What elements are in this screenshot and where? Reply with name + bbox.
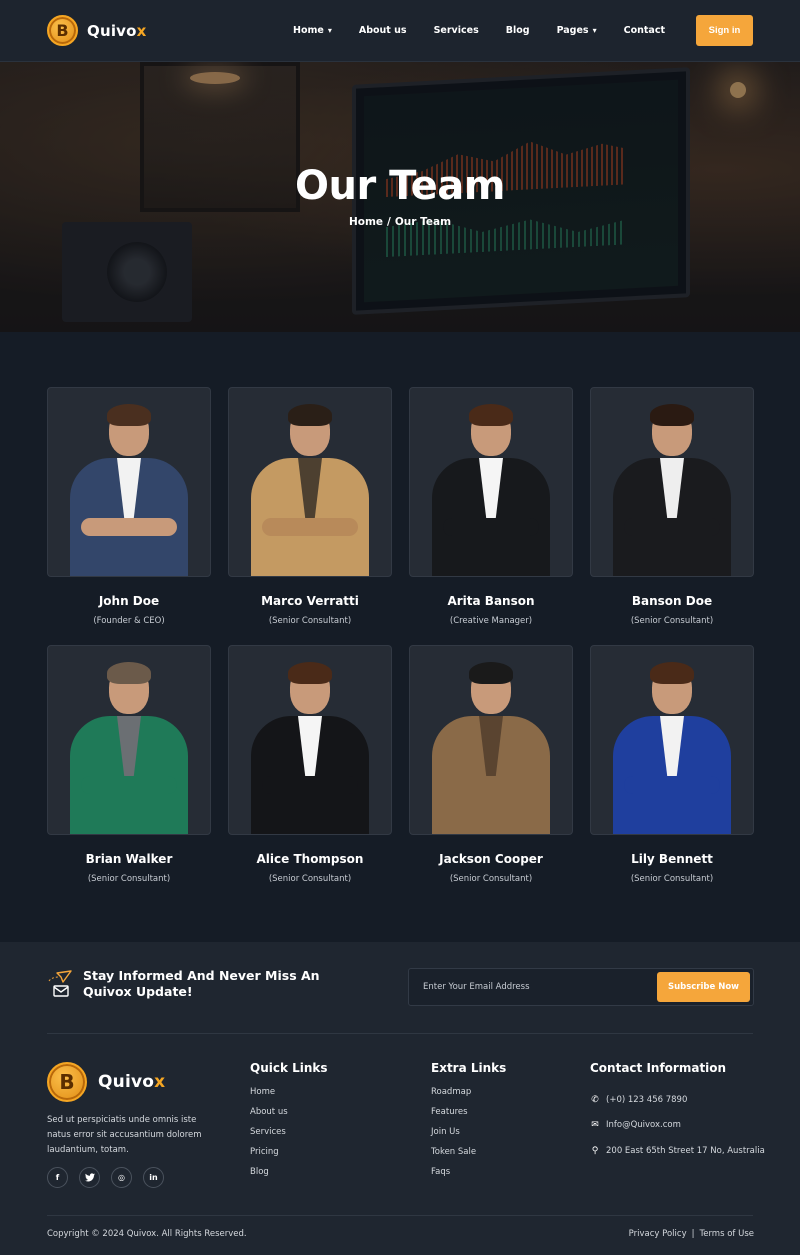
footer-divider-bottom — [47, 1215, 753, 1216]
team-card[interactable]: Arita Banson (Creative Manager) — [409, 387, 573, 626]
team-member-name: Jackson Cooper — [439, 852, 543, 866]
team-member-name: Brian Walker — [85, 852, 173, 866]
privacy-policy-link[interactable]: Privacy Policy — [629, 1229, 687, 1239]
team-member-photo — [228, 645, 392, 835]
bitcoin-coin-icon: B — [47, 1062, 87, 1102]
team-card[interactable]: John Doe (Founder & CEO) — [47, 387, 211, 626]
breadcrumb-home[interactable]: Home — [349, 216, 383, 228]
team-member-photo — [409, 645, 573, 835]
footer-link-join-us[interactable]: Join Us — [431, 1127, 506, 1147]
team-member-role: (Founder & CEO) — [93, 616, 165, 626]
breadcrumb: Home / Our Team — [348, 216, 452, 228]
twitter-icon[interactable] — [79, 1167, 100, 1188]
team-member-role: (Senior Consultant) — [268, 616, 352, 626]
team-card[interactable]: Marco Verratti (Senior Consultant) — [228, 387, 392, 626]
extra-links-title: Extra Links — [431, 1061, 507, 1075]
team-member-photo — [590, 387, 754, 577]
team-member-role: (Senior Consultant) — [630, 616, 714, 626]
footer-link-home[interactable]: Home — [250, 1087, 328, 1107]
team-member-photo — [47, 645, 211, 835]
team-member-role: (Senior Consultant) — [268, 874, 352, 884]
copyright-text: Copyright © 2024 Quivox. All Rights Rese… — [47, 1229, 247, 1239]
breadcrumb-current: Our Team — [394, 216, 452, 228]
legal-links: Privacy Policy | Terms of Use — [629, 1229, 754, 1239]
contact-information: Contact Information ✆ (+0) 123 456 7890 ✉… — [590, 1061, 765, 1164]
site-header: B Quivox Home ▾ About us Services Blog Pa… — [0, 0, 800, 62]
team-member-role: (Creative Manager) — [449, 616, 533, 626]
footer-about-text: Sed ut perspiciatis unde omnis iste natu… — [47, 1115, 202, 1155]
nav-home[interactable]: Home ▾ — [293, 25, 332, 36]
envelope-icon: ✉ — [591, 1120, 599, 1131]
footer-link-pricing[interactable]: Pricing — [250, 1147, 328, 1167]
chevron-down-icon: ▾ — [592, 26, 597, 35]
contact-phone[interactable]: ✆ (+0) 123 456 7890 — [590, 1087, 765, 1113]
team-member-photo — [228, 387, 392, 577]
legal-separator: | — [691, 1229, 695, 1239]
paper-plane-envelope-icon — [48, 970, 72, 997]
sign-in-button[interactable]: Sign in — [696, 15, 753, 46]
footer-link-features[interactable]: Features — [431, 1107, 506, 1127]
main-nav: Home ▾ About us Services Blog Pages ▾ Cont… — [266, 15, 753, 46]
email-input[interactable] — [423, 969, 643, 1005]
nav-pages[interactable]: Pages ▾ — [557, 25, 597, 36]
team-member-name: Lily Bennett — [631, 852, 713, 866]
team-member-photo — [409, 387, 573, 577]
team-card[interactable]: Jackson Cooper (Senior Consultant) — [409, 645, 573, 884]
footer-link-about[interactable]: About us — [250, 1107, 328, 1127]
quick-links-title: Quick Links — [250, 1061, 328, 1075]
brand-name: Quivox — [87, 21, 147, 40]
hero-banner: Our Team Home / Our Team — [0, 62, 800, 332]
team-member-role: (Senior Consultant) — [630, 874, 714, 884]
team-member-role: (Senior Consultant) — [449, 874, 533, 884]
footer-link-services[interactable]: Services — [250, 1127, 328, 1147]
terms-of-use-link[interactable]: Terms of Use — [699, 1229, 754, 1239]
footer-brand-name: Quivox — [98, 1072, 166, 1092]
newsletter-heading: Stay Informed And Never Miss An Quivox U… — [83, 968, 320, 999]
logo[interactable]: B Quivox — [47, 15, 147, 46]
extra-links: Extra Links Roadmap Features Join Us Tok… — [431, 1061, 506, 1187]
team-member-name: Banson Doe — [631, 594, 713, 608]
contact-title: Contact Information — [590, 1061, 727, 1075]
footer-link-faqs[interactable]: Faqs — [431, 1167, 506, 1187]
social-links: f ◎ in — [47, 1167, 164, 1188]
team-member-name: Marco Verratti — [261, 594, 359, 608]
instagram-icon[interactable]: ◎ — [111, 1167, 132, 1188]
team-member-role: (Senior Consultant) — [87, 874, 171, 884]
team-member-name: Arita Banson — [447, 594, 535, 608]
nav-services[interactable]: Services — [434, 25, 479, 36]
contact-email[interactable]: ✉ Info@Quivox.com — [590, 1113, 765, 1139]
map-pin-icon: ⚲ — [591, 1145, 599, 1156]
subscribe-button[interactable]: Subscribe Now — [657, 972, 750, 1002]
phone-icon: ✆ — [591, 1094, 599, 1105]
footer-divider-top — [47, 1033, 753, 1034]
team-card[interactable]: Brian Walker (Senior Consultant) — [47, 645, 211, 884]
team-member-photo — [47, 387, 211, 577]
nav-blog[interactable]: Blog — [506, 25, 530, 36]
team-card[interactable]: Banson Doe (Senior Consultant) — [590, 387, 754, 626]
page-title: Our Team — [295, 163, 505, 209]
footer-link-token-sale[interactable]: Token Sale — [431, 1147, 506, 1167]
bitcoin-coin-icon: B — [47, 15, 78, 46]
contact-address: ⚲ 200 East 65th Street 17 No, Australia — [591, 1145, 765, 1156]
nav-contact[interactable]: Contact — [624, 25, 665, 36]
facebook-icon[interactable]: f — [47, 1167, 68, 1188]
chevron-down-icon: ▾ — [327, 26, 332, 35]
nav-about[interactable]: About us — [359, 25, 407, 36]
newsletter-form: Subscribe Now — [408, 968, 754, 1006]
team-member-name: John Doe — [98, 594, 160, 608]
linkedin-icon[interactable]: in — [143, 1167, 164, 1188]
team-member-name: Alice Thompson — [256, 852, 364, 866]
team-member-photo — [590, 645, 754, 835]
footer-link-blog[interactable]: Blog — [250, 1167, 328, 1187]
quick-links: Quick Links Home About us Services Prici… — [250, 1061, 328, 1187]
team-card[interactable]: Lily Bennett (Senior Consultant) — [590, 645, 754, 884]
footer-link-roadmap[interactable]: Roadmap — [431, 1087, 506, 1107]
footer-logo[interactable]: B Quivox — [47, 1062, 165, 1102]
team-card[interactable]: Alice Thompson (Senior Consultant) — [228, 645, 392, 884]
